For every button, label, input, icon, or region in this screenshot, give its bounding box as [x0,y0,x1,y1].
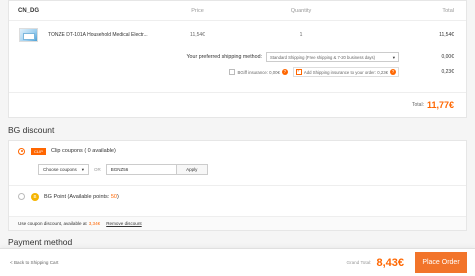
coupon-select-value: Choose coupons [43,166,77,172]
coupon-inputs: Choose coupons ▾ OR BGNZ56 Apply [9,161,466,177]
coupon-select[interactable]: Choose coupons ▾ [38,163,89,175]
shipping-method-row: Your preferred shipping method: Standard… [9,49,466,65]
chevron-down-icon: ▾ [392,54,395,60]
or-separator: OR [94,166,101,172]
total-value: 11,77€ [426,100,454,110]
place-order-button[interactable]: Place Order [415,252,467,273]
coupon-usage-amount: 3,34€ [88,221,101,226]
shipping-method-value: Standard Shipping (Free shipping & 7-20 … [270,54,375,60]
clip-coupons-radio[interactable] [18,147,25,155]
bgiff-insurance-checkbox[interactable] [229,69,236,75]
coupon-code-input[interactable]: BGNZ56 [105,163,177,175]
points-coin-icon: B [31,192,39,201]
shipping-cost: 0,00€ [441,54,454,60]
checkout-footer: < Back to Shipping Cart Grand Total: 8,4… [0,248,475,276]
apply-button[interactable]: Apply [176,163,208,175]
bgiff-insurance-option[interactable]: BGiff insurance: 0,00€ ? [229,69,288,75]
chevron-down-icon: ▾ [81,166,84,172]
clip-coupons-label: Clip coupons ( 0 available) [51,148,116,154]
help-icon[interactable]: ? [390,69,396,75]
product-thumbnail[interactable] [19,28,38,42]
cart-header: CN_DG Price Quantity Total [9,1,466,21]
total-label: Total: [412,102,424,108]
shipping-insurance-option[interactable]: Add Shipping insurance to your order: 0,… [292,67,399,77]
cart-card: CN_DG Price Quantity Total TONZE DT-101A… [8,0,467,118]
shipping-method-label: Your preferred shipping method: [186,54,262,60]
discount-card: CLIP Clip coupons ( 0 available) Choose … [8,140,467,231]
item-total: 11,54€ [439,32,454,38]
coupon-usage-text: Use coupon discount, available at [18,221,87,226]
shipping-insurance-label: Add Shipping insurance to your order: 0,… [303,69,388,75]
item-price: 11,54€ [190,32,205,38]
bg-point-radio[interactable] [18,193,25,200]
bg-point-option[interactable]: B BG Point (Available points: 50) [9,186,466,207]
back-to-cart-link[interactable]: < Back to Shipping Cart [0,260,58,265]
bgiff-insurance-label: BGiff insurance: 0,00€ [237,69,280,75]
help-icon[interactable]: ? [281,69,288,75]
payment-section-title: Payment method [8,237,73,247]
bg-point-label: BG Point (Available points: 50) [44,193,119,200]
grand-total-value: 8,43€ [376,256,404,269]
grand-total-label: Grand Total: [346,260,372,265]
coupon-icon: CLIP [31,147,46,155]
cart-total-row: Total: 11,77€ [9,92,466,117]
coupon-usage-bar: Use coupon discount, available at 3,34€ … [9,216,466,230]
quantity-column-header: Quantity [290,7,312,14]
insurance-cost: 0,23€ [441,69,454,75]
price-column-header: Price [191,7,204,14]
shipping-insurance-checkbox[interactable] [295,68,302,75]
shipping-method-select[interactable]: Standard Shipping (Free shipping & 7-20 … [266,52,399,62]
store-name: CN_DG [18,7,40,14]
discount-section-title: BG discount [8,125,55,135]
total-column-header: Total [442,7,454,14]
remove-discount-link[interactable]: Remove discount [106,221,142,226]
cart-item-row: TONZE DT-101A Household Medical Electr..… [9,21,466,49]
insurance-row: BGiff insurance: 0,00€ ? Add Shipping in… [9,65,466,79]
item-quantity: 1 [299,32,303,38]
product-name-link[interactable]: TONZE DT-101A Household Medical Electr..… [38,32,149,38]
clip-coupons-option[interactable]: CLIP Clip coupons ( 0 available) [9,141,466,161]
